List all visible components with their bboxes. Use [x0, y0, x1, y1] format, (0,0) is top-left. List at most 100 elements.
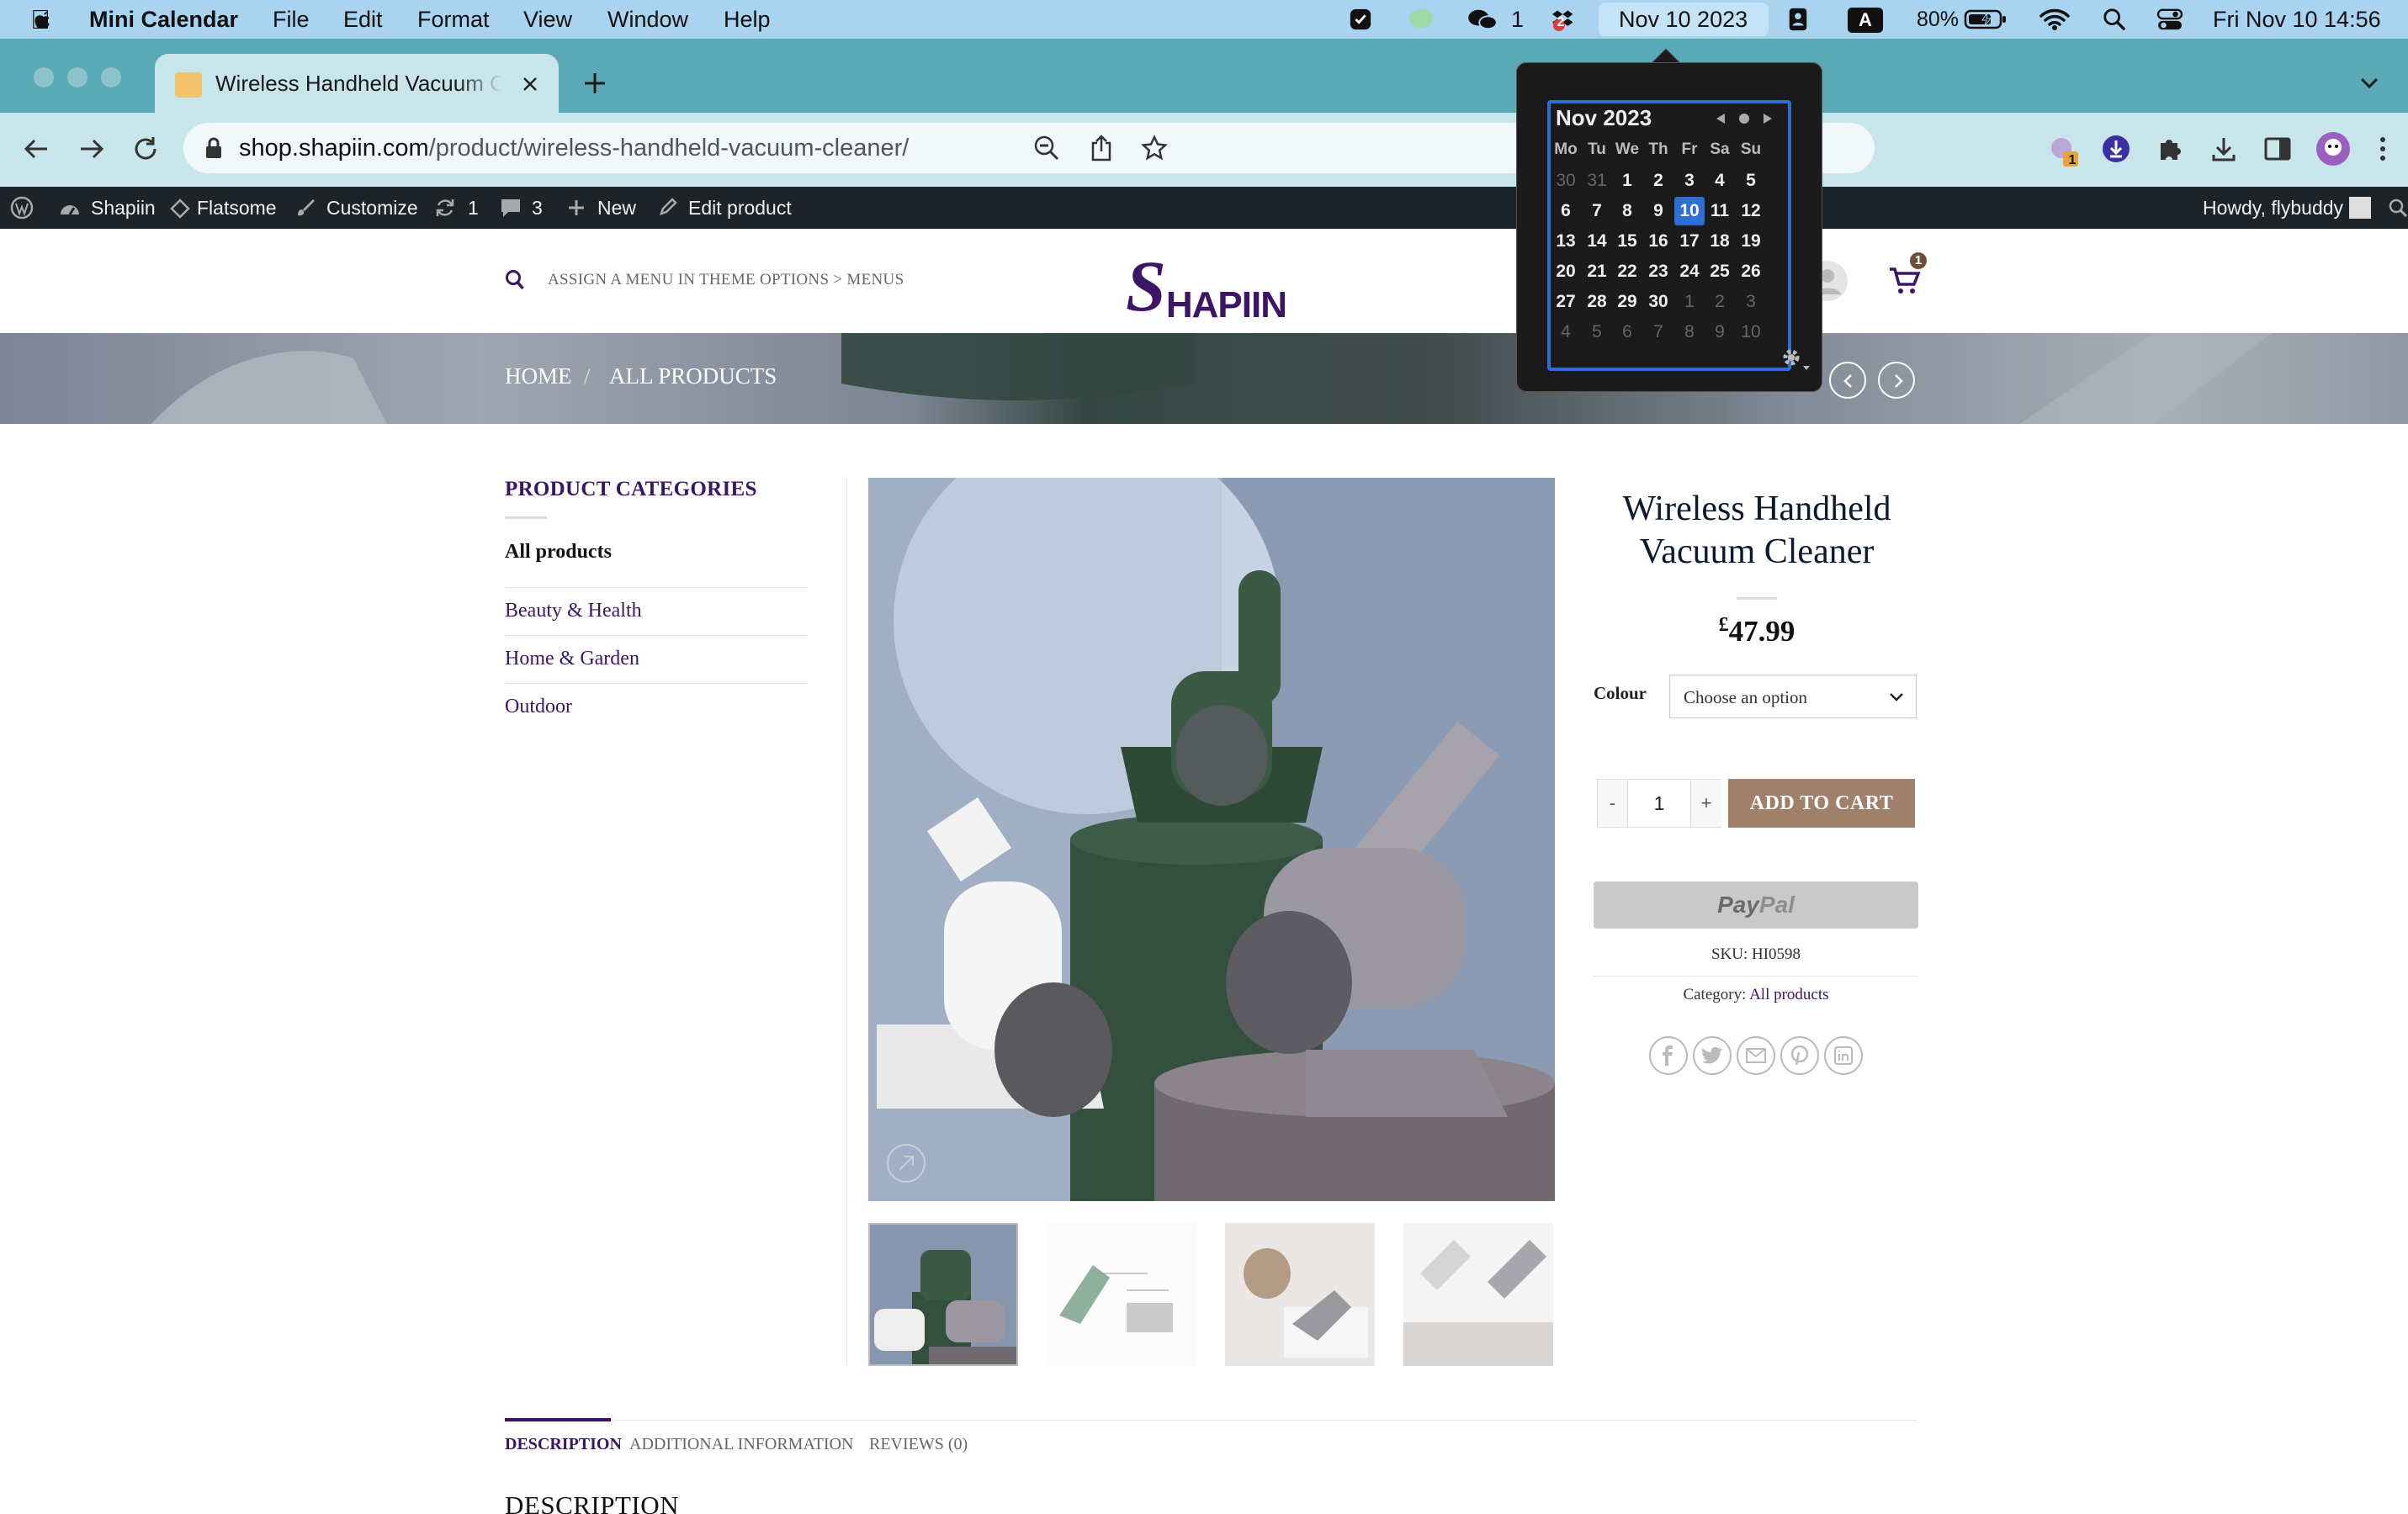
calendar-day-cell[interactable]: 6 [1612, 318, 1642, 347]
calendar-day-cell[interactable]: 26 [1736, 257, 1766, 286]
menu-window[interactable]: Window [607, 0, 688, 39]
tab-additional-information[interactable]: ADDITIONAL INFORMATION [629, 1435, 853, 1454]
breadcrumb-home[interactable]: HOME [505, 363, 572, 389]
window-zoom-button[interactable] [101, 67, 121, 87]
calendar-day-cell[interactable]: 2 [1705, 288, 1735, 316]
calendar-day-cell[interactable]: 27 [1551, 288, 1581, 316]
menubar-clock[interactable]: Fri Nov 10 14:56 [2213, 0, 2381, 39]
calendar-day-cell[interactable]: 30 [1643, 288, 1673, 316]
calendar-day-cell[interactable]: 30 [1551, 167, 1581, 195]
calendar-day-cell[interactable]: 8 [1612, 197, 1642, 225]
menu-edit[interactable]: Edit [343, 0, 383, 39]
thumbnail-3[interactable] [1225, 1223, 1375, 1366]
forward-arrow-icon[interactable] [77, 135, 106, 163]
wp-updates-count[interactable]: 1 [468, 187, 479, 229]
calendar-day-cell[interactable]: 1 [1612, 167, 1642, 195]
calendar-next-month-icon[interactable] [1761, 112, 1774, 125]
tab-search-chevron-down-icon[interactable] [2359, 74, 2379, 91]
zoom-out-icon[interactable] [1033, 135, 1060, 161]
checkbox-app-icon[interactable] [1348, 8, 1373, 31]
breadcrumb-current[interactable]: ALL PRODUCTS [609, 363, 777, 389]
product-main-image[interactable] [868, 478, 1555, 1201]
download-extension-icon[interactable] [2102, 135, 2130, 163]
menu-file[interactable]: File [273, 0, 310, 39]
calendar-day-cell[interactable]: 4 [1551, 318, 1581, 347]
wp-user-avatar[interactable] [2349, 197, 2371, 219]
calendar-day-cell[interactable]: 4 [1705, 167, 1735, 195]
calendar-settings-gear-icon[interactable] [1778, 344, 1811, 374]
calendar-day-cell[interactable]: 22 [1612, 257, 1642, 286]
wifi-icon[interactable] [2039, 8, 2070, 31]
calendar-day-cell[interactable]: 24 [1674, 257, 1705, 286]
calendar-day-cell[interactable]: 3 [1674, 167, 1705, 195]
side-panel-icon[interactable] [2263, 135, 2292, 163]
wp-comments-count[interactable]: 3 [532, 187, 543, 229]
calendar-day-cell[interactable]: 23 [1643, 257, 1673, 286]
calendar-today-dot-icon[interactable] [1737, 112, 1751, 125]
calendar-day-cell[interactable]: 21 [1582, 257, 1612, 286]
calendar-day-cell[interactable]: 13 [1551, 227, 1581, 256]
calendar-day-cell[interactable]: 10 [1736, 318, 1766, 347]
calendar-day-cell[interactable]: 8 [1674, 318, 1705, 347]
wp-site-name[interactable]: Shapiin [91, 187, 156, 229]
window-close-button[interactable] [34, 67, 54, 87]
share-linkedin-button[interactable] [1824, 1036, 1863, 1075]
zoom-expand-icon[interactable] [885, 1142, 927, 1184]
calendar-prev-month-icon[interactable] [1714, 112, 1727, 125]
site-search-icon[interactable] [505, 269, 525, 291]
wechat-icon[interactable] [1466, 8, 1499, 31]
calendar-day-cell[interactable]: 1 [1674, 288, 1705, 316]
calendar-day-cell[interactable]: 29 [1612, 288, 1642, 316]
colour-select[interactable]: Choose an option [1669, 675, 1917, 718]
back-arrow-icon[interactable] [22, 135, 50, 163]
active-tab[interactable]: Wireless Handheld Vacuum Cleaner [155, 54, 559, 113]
menu-hint-text[interactable]: ASSIGN A MENU IN THEME OPTIONS > MENUS [548, 271, 904, 289]
wp-search-icon[interactable] [2388, 198, 2408, 218]
calendar-day-cell[interactable]: 9 [1705, 318, 1735, 347]
tab-description[interactable]: DESCRIPTION [505, 1435, 622, 1454]
paypal-button[interactable]: PayPal [1594, 881, 1918, 929]
calendar-day-cell[interactable]: 12 [1736, 197, 1766, 225]
spotlight-search-icon[interactable] [2102, 8, 2127, 31]
tab-reviews[interactable]: REVIEWS (0) [869, 1435, 968, 1454]
menu-format[interactable]: Format [417, 0, 490, 39]
calendar-day-cell[interactable]: 7 [1582, 197, 1612, 225]
wordpress-logo-icon[interactable] [10, 196, 34, 220]
line-chat-icon[interactable] [1407, 8, 1435, 31]
qty-input[interactable]: 1 [1628, 780, 1690, 827]
thumbnail-4[interactable] [1403, 1223, 1553, 1366]
tab-close-icon[interactable] [522, 76, 538, 93]
calendar-day-cell[interactable]: 18 [1705, 227, 1735, 256]
calendar-day-cell[interactable]: 19 [1736, 227, 1766, 256]
next-product-button[interactable] [1878, 362, 1915, 399]
browser-menu-kebab-icon[interactable] [2378, 135, 2388, 163]
prev-product-button[interactable] [1829, 362, 1866, 399]
wp-customize-link[interactable]: Customize [326, 187, 418, 229]
share-twitter-button[interactable] [1693, 1036, 1732, 1075]
thumbnail-2[interactable] [1047, 1223, 1196, 1366]
share-email-button[interactable] [1737, 1036, 1775, 1075]
calendar-day-cell[interactable]: 7 [1643, 318, 1673, 347]
calendar-day-cell[interactable]: 25 [1705, 257, 1735, 286]
sidebar-item-all-products[interactable]: All products [505, 541, 808, 588]
calendar-day-cell[interactable]: 16 [1643, 227, 1673, 256]
wp-edit-product-link[interactable]: Edit product [688, 187, 792, 229]
input-source-icon[interactable]: A [1848, 8, 1883, 33]
control-center-icon[interactable] [2156, 8, 2184, 31]
sidebar-item-outdoor[interactable]: Outdoor [505, 684, 808, 732]
thumbnail-1[interactable] [868, 1223, 1018, 1366]
calendar-day-cell[interactable]: 6 [1551, 197, 1581, 225]
menu-view[interactable]: View [523, 0, 572, 39]
menu-help[interactable]: Help [724, 0, 771, 39]
window-minimize-button[interactable] [67, 67, 88, 87]
qty-plus-button[interactable]: + [1690, 780, 1721, 827]
new-tab-icon[interactable] [582, 71, 607, 96]
calendar-day-cell[interactable]: 14 [1582, 227, 1612, 256]
lock-icon[interactable] [204, 136, 224, 160]
wp-howdy-user[interactable]: Howdy, flybuddy [2203, 187, 2343, 229]
calendar-day-cell[interactable]: 5 [1736, 167, 1766, 195]
calendar-day-cell[interactable]: 20 [1551, 257, 1581, 286]
share-icon[interactable] [1089, 135, 1114, 161]
extensions-puzzle-icon[interactable] [2156, 135, 2184, 163]
battery-icon[interactable] [1964, 8, 2008, 31]
